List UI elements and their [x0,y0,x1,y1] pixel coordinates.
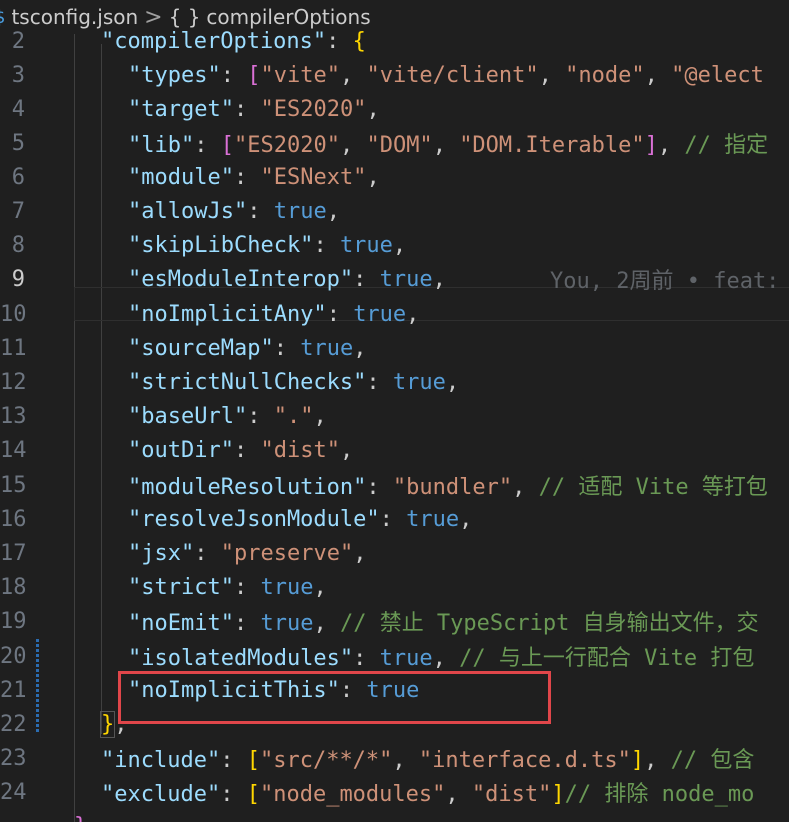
line-number: 20 [0,643,27,669]
code-text: "lib": ["ES2020", "DOM", "DOM.Iterable"]… [128,133,769,158]
code-text: "isolatedModules": true, // 与上一行配合 Vite … [128,646,755,671]
code-line[interactable]: } [0,809,789,822]
line-number: 5 [11,130,25,156]
code-line[interactable]: 6 "module": "ESNext", [0,160,789,194]
code-line[interactable]: 12 "strictNullChecks": true, [0,365,789,399]
code-text: "exclude": ["node_modules", "dist"]// 排除… [101,782,755,807]
line-number: 21 [0,677,27,703]
line-number: 7 [11,198,25,224]
code-text: "target": "ES2020", [128,96,380,122]
code-line[interactable]: 2 "compilerOptions": { [0,24,789,58]
line-number: 8 [11,232,25,258]
code-text: "allowJs": true, [128,198,340,224]
line-number: 13 [0,403,27,429]
code-text: "resolveJsonModule": true, [128,506,473,532]
git-blame-annotation[interactable]: You, 2周前 • feat: [550,263,779,295]
code-text: } [74,814,87,822]
line-number: 3 [11,62,25,88]
code-text: "esModuleInterop": true, [128,266,446,292]
code-text: "strict": true, [128,574,327,600]
code-text: "sourceMap": true, [128,335,367,361]
code-text: "include": ["src/**/*", "interface.d.ts"… [101,748,755,773]
code-text: "noImplicitAny": true, [128,301,420,327]
code-line[interactable]: 20 "isolatedModules": true, // 与上一行配合 Vi… [0,639,789,673]
code-line[interactable]: 8 "skipLibCheck": true, [0,228,789,262]
code-line[interactable]: 14 "outDir": "dist", [0,433,789,467]
line-number: 10 [0,301,27,327]
code-line[interactable]: 10 "noImplicitAny": true, [0,297,789,331]
annotation-highlight-box [118,671,551,724]
code-text: "compilerOptions": { [101,28,366,54]
line-number: 11 [0,335,27,361]
code-line[interactable]: 3 "types": ["vite", "vite/client", "node… [0,58,789,92]
line-number: 24 [0,779,27,805]
code-text: "strictNullChecks": true, [128,369,460,395]
line-number: 12 [0,369,27,395]
line-number: 15 [0,472,27,498]
line-number: 4 [11,96,25,122]
code-line-active[interactable]: 9 "esModuleInterop": true, You, 2周前 • fe… [0,262,789,296]
line-number: 17 [0,540,27,566]
code-text: "module": "ESNext", [128,164,380,190]
code-text: "moduleResolution": "bundler", // 适配 Vit… [128,475,768,500]
code-line[interactable]: 15 "moduleResolution": "bundler", // 适配 … [0,468,789,502]
line-number: 6 [11,164,25,190]
code-line[interactable]: 19 "noEmit": true, // 禁止 TypeScript 自身输出… [0,604,789,638]
code-line[interactable]: 16 "resolveJsonModule": true, [0,502,789,536]
line-number: 9 [11,266,25,292]
line-number: 23 [0,745,27,771]
line-number: 19 [0,608,27,634]
line-number: 16 [0,506,27,532]
code-line[interactable]: 13 "baseUrl": ".", [0,399,789,433]
line-number: 2 [11,28,25,54]
line-number: 22 [0,711,27,737]
line-number: 18 [0,574,27,600]
code-text: "noEmit": true, // 禁止 TypeScript 自身输出文件，… [128,611,759,636]
code-text: "types": ["vite", "vite/client", "node",… [128,62,764,88]
code-line[interactable]: 11 "sourceMap": true, [0,331,789,365]
code-line[interactable]: 24 "exclude": ["node_modules", "dist"]//… [0,775,789,809]
code-line[interactable]: 23 "include": ["src/**/*", "interface.d.… [0,741,789,775]
code-line[interactable]: 7 "allowJs": true, [0,194,789,228]
code-text: "jsx": "preserve", [128,540,367,566]
code-text: "baseUrl": ".", [128,403,327,429]
code-text: "outDir": "dist", [128,437,354,463]
code-line[interactable]: 4 "target": "ES2020", [0,92,789,126]
code-line[interactable]: 17 "jsx": "preserve", [0,536,789,570]
code-text: "skipLibCheck": true, [128,232,407,258]
code-line[interactable]: 5 "lib": ["ES2020", "DOM", "DOM.Iterable… [0,126,789,160]
code-line[interactable]: 18 "strict": true, [0,570,789,604]
line-number: 14 [0,437,27,463]
